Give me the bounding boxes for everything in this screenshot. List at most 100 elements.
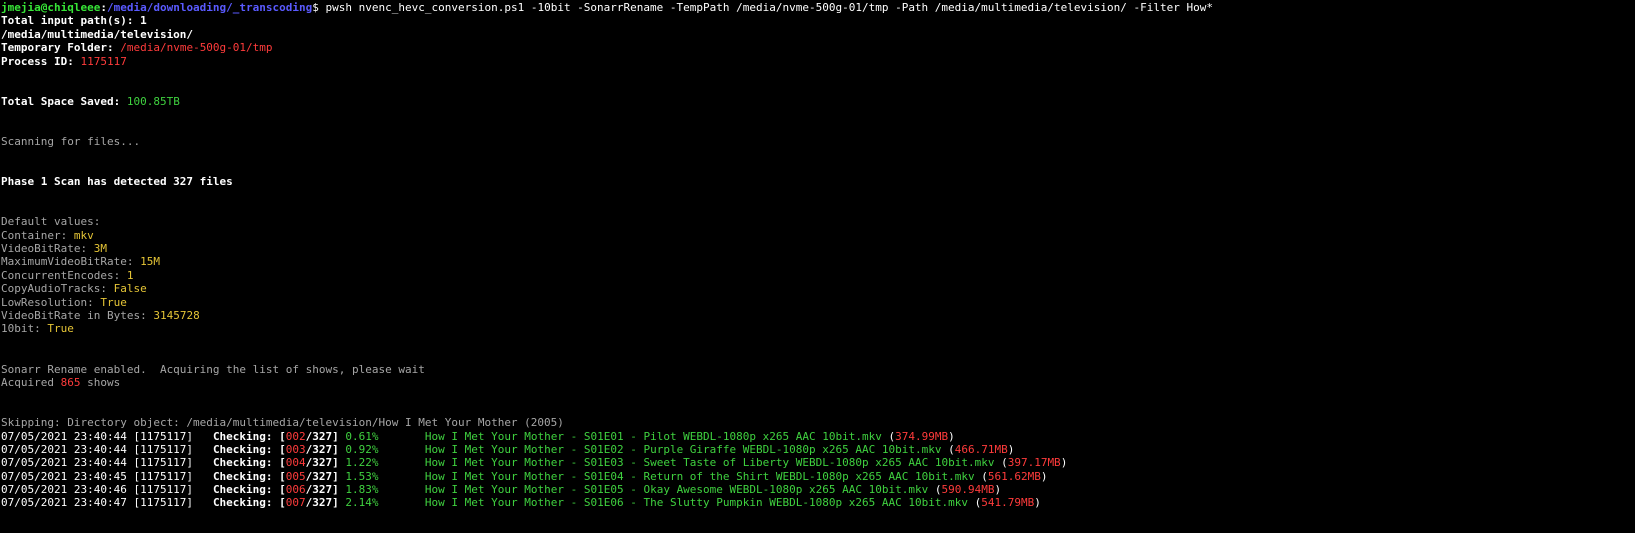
log-size: 561.62MB: [987, 469, 1041, 483]
default-copyaudiotracks: CopyAudioTracks: False: [0, 282, 1635, 295]
default-label: 10bit:: [1, 322, 48, 336]
default-value: 3M: [93, 242, 107, 256]
log-size: 541.79MB: [981, 496, 1035, 510]
default-value: 15M: [140, 255, 160, 269]
default-lowresolution: LowResolution: True: [0, 296, 1635, 309]
space-saved-line: Total Space Saved: 100.85TB: [0, 95, 1635, 108]
input-paths-line: Total input path(s): 1: [1, 14, 147, 28]
temp-folder-line: Temporary Folder: /media/nvme-500g-01/tm…: [0, 41, 1635, 54]
log-percent: 0.61%: [345, 429, 379, 443]
space-saved-value: 100.85TB: [126, 94, 180, 108]
log-size: 590.94MB: [941, 483, 995, 497]
default-value: True: [47, 322, 74, 336]
log-percent: 1.53%: [345, 469, 379, 483]
space-saved-label: Total Space Saved:: [1, 94, 127, 108]
default-videobitrate-bytes: VideoBitRate in Bytes: 3145728: [0, 309, 1635, 322]
log-percent: 0.92%: [345, 442, 379, 456]
log-file: How I Met Your Mother - S01E06 - The Slu…: [424, 496, 968, 510]
log-index: 004: [285, 456, 306, 470]
default-maxvideobitrate: MaximumVideoBitRate: 15M: [0, 255, 1635, 268]
log-label: Checking:: [212, 429, 273, 443]
log-label: Checking:: [212, 456, 273, 470]
acquired-count: 865: [60, 375, 81, 389]
log-size: 397.17MB: [1007, 456, 1061, 470]
log-file: How I Met Your Mother - S01E05 - Okay Aw…: [424, 483, 929, 497]
log-total: 327: [312, 456, 333, 470]
default-value: mkv: [73, 228, 94, 242]
log-total: 327: [312, 483, 333, 497]
default-label: MaximumVideoBitRate:: [1, 255, 141, 269]
default-10bit: 10bit: True: [0, 322, 1635, 335]
log-label: Checking:: [212, 496, 273, 510]
default-value: False: [113, 282, 147, 296]
log-timestamp: 07/05/2021 23:40:46 [1175117]: [1, 483, 194, 497]
log-row: 07/05/2021 23:40:46 [1175117] Checking: …: [1, 483, 1002, 497]
log-label: Checking:: [212, 469, 273, 483]
log-index: 002: [285, 429, 306, 443]
log-size: 374.99MB: [895, 429, 949, 443]
log-timestamp: 07/05/2021 23:40:44 [1175117]: [1, 429, 194, 443]
defaults-title: Default values:: [1, 215, 101, 229]
log-index: 006: [285, 483, 306, 497]
log-label: Checking:: [212, 442, 273, 456]
default-videobitrate: VideoBitRate: 3M: [0, 242, 1635, 255]
log-file: How I Met Your Mother - S01E04 - Return …: [424, 469, 975, 483]
log-timestamp: 07/05/2021 23:40:47 [1175117]: [1, 496, 194, 510]
input-path-line: /media/multimedia/television/: [1, 27, 194, 41]
default-label: VideoBitRate in Bytes:: [1, 308, 154, 322]
default-value: 3145728: [153, 308, 200, 322]
log-total: 327: [312, 429, 333, 443]
log-percent: 2.14%: [345, 496, 379, 510]
log-percent: 1.83%: [345, 483, 379, 497]
default-container: Container: mkv: [0, 229, 1635, 242]
terminal-window[interactable]: jmejia@chiqleee:/media/downloading/_tran…: [0, 0, 1635, 533]
scanning-line: Scanning for files...: [1, 134, 141, 148]
prompt-cwd: /media/downloading/_transcoding: [106, 1, 313, 14]
log-index: 005: [285, 469, 306, 483]
default-concurrentencodes: ConcurrentEncodes: 1: [0, 269, 1635, 282]
process-id-value: 1175117: [80, 54, 127, 68]
log-timestamp: 07/05/2021 23:40:45 [1175117]: [1, 469, 194, 483]
log-total: 327: [312, 469, 333, 483]
prompt-symbol: $: [312, 1, 319, 14]
default-value: 1: [126, 268, 134, 282]
log-row: 07/05/2021 23:40:44 [1175117] Checking: …: [1, 442, 1015, 456]
log-rows: 07/05/2021 23:40:44 [1175117] Checking: …: [0, 430, 1635, 510]
sonarr-message: Sonarr Rename enabled. Acquiring the lis…: [1, 362, 425, 376]
log-label: Checking:: [212, 483, 273, 497]
prompt-command: pwsh nvenc_hevc_conversion.ps1 -10bit -S…: [318, 1, 1213, 14]
process-id-line: Process ID: 1175117: [0, 55, 1635, 68]
log-row: 07/05/2021 23:40:47 [1175117] Checking: …: [1, 496, 1041, 510]
process-id-label: Process ID:: [1, 54, 81, 68]
skipping-line: Skipping: Directory object: /media/multi…: [1, 416, 564, 430]
phase-scan-line: Phase 1 Scan has detected 327 files: [1, 175, 233, 189]
temp-folder-value: /media/nvme-500g-01/tmp: [120, 41, 273, 55]
temp-folder-label: Temporary Folder:: [1, 41, 121, 55]
default-label: VideoBitRate:: [1, 242, 94, 256]
log-row: 07/05/2021 23:40:44 [1175117] Checking: …: [1, 456, 1068, 470]
prompt-user-host: jmejia@chiqleee: [1, 1, 101, 14]
default-label: Container:: [1, 228, 74, 242]
log-file: How I Met Your Mother - S01E02 - Purple …: [424, 442, 942, 456]
log-file: How I Met Your Mother - S01E01 - Pilot W…: [424, 429, 882, 443]
log-timestamp: 07/05/2021 23:40:44 [1175117]: [1, 442, 194, 456]
acquired-suffix: shows: [80, 375, 121, 389]
prompt-separator: :: [100, 1, 107, 14]
prompt-line: jmejia@chiqleee:/media/downloading/_tran…: [0, 1, 1635, 14]
log-size: 466.71MB: [954, 442, 1008, 456]
log-index: 007: [285, 496, 306, 510]
acquired-label: Acquired: [1, 375, 61, 389]
default-label: CopyAudioTracks:: [1, 282, 114, 296]
log-row: 07/05/2021 23:40:45 [1175117] Checking: …: [1, 469, 1048, 483]
